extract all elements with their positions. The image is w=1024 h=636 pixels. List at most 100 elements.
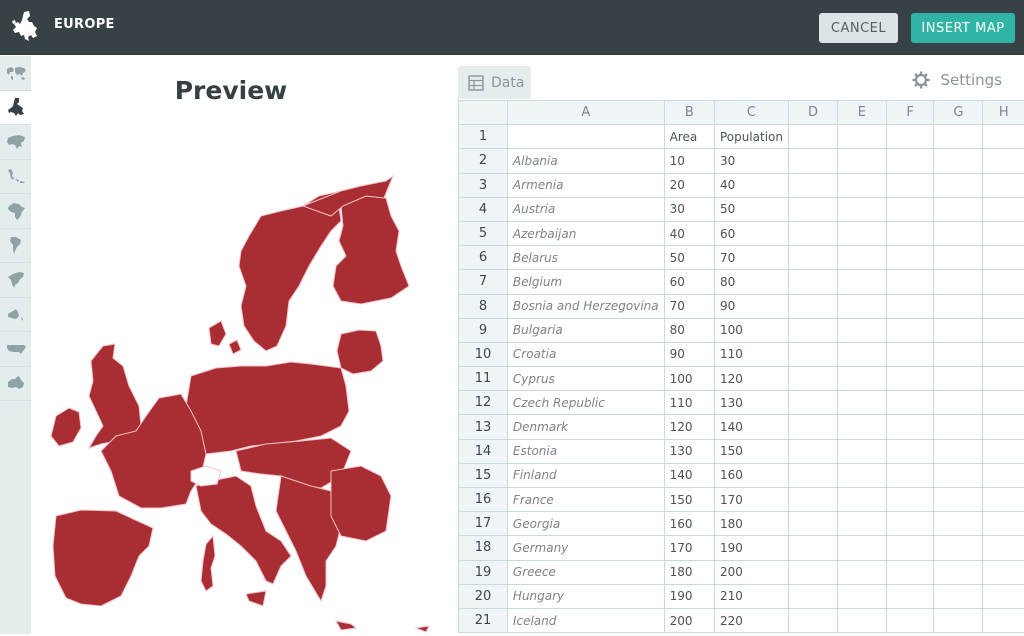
grid-cell[interactable] (934, 560, 983, 584)
region-iberia[interactable] (53, 510, 153, 606)
row-header[interactable]: 13 (459, 415, 508, 439)
grid-cell[interactable] (507, 125, 664, 149)
grid-cell[interactable]: 170 (714, 488, 788, 512)
grid-cell[interactable]: 80 (714, 270, 788, 294)
grid-cell[interactable] (788, 488, 837, 512)
grid-cell[interactable] (983, 560, 1024, 584)
grid-cell[interactable]: Belgium (507, 270, 664, 294)
grid-cell[interactable] (983, 149, 1024, 173)
grid-cell[interactable] (934, 221, 983, 245)
grid-cell[interactable] (886, 125, 934, 149)
grid-cell[interactable]: 160 (664, 512, 714, 536)
region-sicily[interactable] (246, 591, 266, 606)
grid-cell[interactable]: 110 (714, 342, 788, 366)
grid-cell[interactable] (983, 246, 1024, 270)
grid-cell[interactable]: 20 (664, 173, 714, 197)
grid-cell[interactable] (788, 560, 837, 584)
grid-cell[interactable]: 150 (664, 488, 714, 512)
grid-cell[interactable]: 180 (664, 560, 714, 584)
grid-cell[interactable] (788, 270, 837, 294)
grid-cell[interactable] (837, 197, 886, 221)
grid-cell[interactable]: 220 (714, 608, 788, 632)
sidebar-item-europe[interactable] (0, 91, 31, 126)
grid-cell[interactable] (886, 149, 934, 173)
grid-cell[interactable]: 70 (714, 246, 788, 270)
region-scandinavia[interactable] (239, 191, 351, 351)
grid-cell[interactable] (983, 391, 1024, 415)
grid-cell[interactable] (886, 391, 934, 415)
grid-cell[interactable]: Belarus (507, 246, 664, 270)
region-sardinia-corsica[interactable] (201, 536, 215, 591)
grid-cell[interactable] (788, 367, 837, 391)
grid-cell[interactable] (837, 415, 886, 439)
grid-cell[interactable] (934, 512, 983, 536)
settings-button[interactable]: Settings (912, 71, 1002, 89)
row-header[interactable]: 8 (459, 294, 508, 318)
grid-cell[interactable]: 130 (664, 439, 714, 463)
row-header[interactable]: 3 (459, 173, 508, 197)
grid-cell[interactable] (886, 318, 934, 342)
row-header[interactable]: 19 (459, 560, 508, 584)
grid-cell[interactable]: 200 (664, 608, 714, 632)
grid-cell[interactable]: Greece (507, 560, 664, 584)
grid-cell[interactable] (983, 584, 1024, 608)
grid-cell[interactable] (837, 149, 886, 173)
column-header[interactable]: G (934, 101, 983, 125)
grid-cell[interactable]: 30 (664, 197, 714, 221)
grid-cell[interactable] (837, 270, 886, 294)
grid-cell[interactable]: 70 (664, 294, 714, 318)
grid-cell[interactable] (886, 270, 934, 294)
grid-cell[interactable] (934, 463, 983, 487)
grid-cell[interactable]: 50 (664, 246, 714, 270)
grid-cell[interactable] (837, 560, 886, 584)
grid-cell[interactable] (983, 608, 1024, 632)
grid-cell[interactable] (886, 560, 934, 584)
grid-cell[interactable] (837, 246, 886, 270)
sidebar-item-north-america[interactable] (0, 263, 31, 298)
grid-cell[interactable]: Azerbaijan (507, 221, 664, 245)
region-cyprus[interactable] (416, 626, 429, 632)
grid-cell[interactable] (788, 536, 837, 560)
row-header[interactable]: 7 (459, 270, 508, 294)
region-finland[interactable] (333, 196, 409, 304)
grid-cell[interactable] (788, 439, 837, 463)
grid-cell[interactable] (983, 294, 1024, 318)
grid-cell[interactable] (837, 608, 886, 632)
grid-cell[interactable] (886, 367, 934, 391)
grid-cell[interactable] (886, 512, 934, 536)
grid-cell[interactable]: Iceland (507, 608, 664, 632)
grid-cell[interactable]: 30 (714, 149, 788, 173)
grid-cell[interactable]: 150 (714, 439, 788, 463)
grid-cell[interactable] (788, 173, 837, 197)
grid-cell[interactable]: 170 (664, 536, 714, 560)
grid-cell[interactable]: 160 (714, 463, 788, 487)
grid-cell[interactable] (983, 221, 1024, 245)
region-romania-bulgaria[interactable] (331, 466, 391, 541)
sidebar-item-australia[interactable] (0, 367, 31, 402)
grid-cell[interactable] (788, 391, 837, 415)
grid-cell[interactable]: 40 (664, 221, 714, 245)
sidebar-item-south-america[interactable] (0, 229, 31, 264)
grid-cell[interactable] (934, 342, 983, 366)
grid-cell[interactable]: 100 (664, 367, 714, 391)
sidebar-item-usa[interactable] (0, 332, 31, 367)
corner-header[interactable] (459, 101, 508, 125)
grid-cell[interactable]: Denmark (507, 415, 664, 439)
grid-cell[interactable] (983, 536, 1024, 560)
row-header[interactable]: 16 (459, 488, 508, 512)
grid-cell[interactable] (837, 318, 886, 342)
cancel-button[interactable]: CANCEL (819, 13, 898, 43)
grid-cell[interactable]: Hungary (507, 584, 664, 608)
grid-cell[interactable] (934, 584, 983, 608)
region-denmark[interactable] (209, 321, 241, 354)
grid-cell[interactable] (886, 246, 934, 270)
grid-cell[interactable]: 100 (714, 318, 788, 342)
column-header[interactable]: D (788, 101, 837, 125)
row-header[interactable]: 1 (459, 125, 508, 149)
column-header[interactable]: H (983, 101, 1024, 125)
grid-cell[interactable] (983, 197, 1024, 221)
sidebar-item-oceania[interactable] (0, 298, 31, 333)
row-header[interactable]: 20 (459, 584, 508, 608)
grid-cell[interactable] (983, 415, 1024, 439)
grid-cell[interactable] (788, 294, 837, 318)
